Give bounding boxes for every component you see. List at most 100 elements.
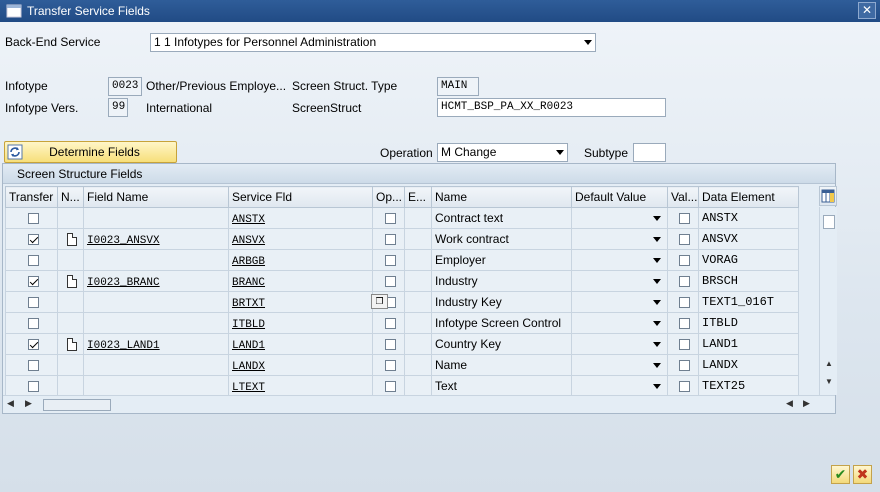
col-transfer[interactable]: Transfer (5, 186, 58, 208)
scroll-left-icon[interactable]: ◀ (7, 398, 14, 409)
val-checkbox[interactable] (679, 297, 690, 309)
default-value-cell[interactable] (571, 375, 668, 397)
horizontal-scrollbar[interactable]: ◀ ▶ ◀ ▶ (3, 395, 835, 413)
table-row[interactable]: ITBLD Infotype Screen Control ITBLD (5, 312, 799, 334)
service-fld[interactable]: LANDX (232, 361, 265, 373)
default-value-cell[interactable] (571, 270, 668, 292)
field-name-cell[interactable]: I0023_BRANC (83, 270, 229, 292)
scroll-down-icon[interactable]: ▼ (821, 375, 837, 389)
service-fld[interactable]: ANSTX (232, 214, 265, 226)
transfer-checkbox[interactable] (27, 339, 39, 351)
table-row[interactable]: LANDX Name LANDX (5, 354, 799, 376)
col-field-name[interactable]: Field Name (83, 186, 229, 208)
field-name-cell[interactable]: I0023_ANSVX (83, 228, 229, 250)
val-checkbox[interactable] (679, 339, 690, 351)
default-value-cell[interactable] (571, 207, 668, 229)
field-name-cell[interactable] (83, 291, 229, 313)
op-checkbox[interactable] (384, 318, 396, 330)
transfer-checkbox[interactable] (27, 381, 39, 393)
close-icon[interactable]: ✕ (858, 2, 876, 19)
copy-icon[interactable]: ❐ (371, 294, 388, 309)
val-checkbox[interactable] (679, 381, 690, 393)
subtype-field[interactable] (633, 143, 666, 162)
table-row[interactable]: I0023_BRANC BRANC Industry BRSCH (5, 270, 799, 292)
col-default-value[interactable]: Default Value (571, 186, 668, 208)
chevron-down-icon[interactable] (653, 279, 661, 284)
val-checkbox[interactable] (679, 234, 690, 246)
field-name-cell[interactable]: I0023_LAND1 (83, 333, 229, 355)
service-fld[interactable]: BRANC (232, 277, 265, 289)
val-checkbox[interactable] (679, 255, 690, 267)
op-checkbox[interactable] (384, 339, 396, 351)
table-row[interactable]: I0023_LAND1 LAND1 Country Key LAND1 (5, 333, 799, 355)
val-checkbox[interactable] (679, 276, 690, 288)
field-name-cell[interactable] (83, 249, 229, 271)
transfer-checkbox[interactable] (27, 276, 39, 288)
backend-service-select[interactable]: 1 1 Infotypes for Personnel Administrati… (150, 33, 596, 52)
determine-fields-button[interactable]: Determine Fields (4, 141, 177, 163)
column-settings-icon[interactable] (819, 186, 837, 206)
chevron-down-icon[interactable] (653, 300, 661, 305)
scroll-up-icon[interactable]: ▲ (821, 357, 837, 371)
chevron-down-icon[interactable] (653, 384, 661, 389)
vertical-scrollbar[interactable]: ▲ ▼ (819, 207, 837, 395)
scroll-right-icon[interactable]: ▶ (803, 398, 810, 409)
infotype-version-field[interactable]: 99 (108, 98, 128, 117)
chevron-down-icon[interactable] (653, 342, 661, 347)
col-op[interactable]: Op... (372, 186, 405, 208)
op-checkbox[interactable] (384, 234, 396, 246)
cancel-icon[interactable]: ✖ (853, 465, 872, 484)
field-name-cell[interactable] (83, 375, 229, 397)
val-checkbox[interactable] (679, 318, 690, 330)
service-fld[interactable]: LTEXT (232, 382, 265, 394)
screen-struct-field[interactable]: HCMT_BSP_PA_XX_R0023 (437, 98, 666, 117)
infotype-field[interactable]: 0023 (108, 77, 142, 96)
op-checkbox[interactable] (384, 360, 396, 372)
chevron-down-icon[interactable] (653, 321, 661, 326)
default-value-cell[interactable] (571, 228, 668, 250)
service-fld[interactable]: ANSVX (232, 235, 265, 247)
default-value-cell[interactable] (571, 312, 668, 334)
chevron-down-icon[interactable] (653, 258, 661, 263)
transfer-checkbox[interactable] (27, 213, 39, 225)
transfer-checkbox[interactable] (27, 360, 39, 372)
default-value-cell[interactable] (571, 291, 668, 313)
service-fld[interactable]: LAND1 (232, 340, 265, 352)
col-name[interactable]: Name (431, 186, 572, 208)
op-checkbox[interactable] (384, 381, 396, 393)
scroll-right-icon[interactable]: ▶ (25, 398, 32, 409)
chevron-down-icon[interactable] (653, 237, 661, 242)
transfer-checkbox[interactable] (27, 297, 39, 309)
default-value-cell[interactable] (571, 249, 668, 271)
op-checkbox[interactable] (384, 276, 396, 288)
col-val[interactable]: Val... (667, 186, 699, 208)
service-fld[interactable]: ITBLD (232, 319, 265, 331)
col-n[interactable]: N... (57, 186, 84, 208)
scroll-left-icon[interactable]: ◀ (786, 398, 793, 409)
table-row[interactable]: BRTXT Industry Key TEXT1_016T (5, 291, 799, 313)
horizontal-scroll-thumb[interactable] (43, 399, 111, 411)
op-checkbox[interactable] (384, 255, 396, 267)
default-value-cell[interactable] (571, 333, 668, 355)
field-name-cell[interactable] (83, 312, 229, 334)
transfer-checkbox[interactable] (27, 255, 39, 267)
service-fld[interactable]: ARBGB (232, 256, 265, 268)
screen-struct-type-field[interactable]: MAIN (437, 77, 479, 96)
transfer-checkbox[interactable] (27, 234, 39, 246)
col-e[interactable]: E... (404, 186, 432, 208)
service-fld[interactable]: BRTXT (232, 298, 265, 310)
chevron-down-icon[interactable] (653, 216, 661, 221)
col-service-fld[interactable]: Service Fld (228, 186, 373, 208)
transfer-checkbox[interactable] (27, 318, 39, 330)
table-row[interactable]: LTEXT Text TEXT25 (5, 375, 799, 397)
chevron-down-icon[interactable] (653, 363, 661, 368)
table-row[interactable]: ANSTX Contract text ANSTX (5, 207, 799, 229)
val-checkbox[interactable] (679, 213, 690, 225)
field-name-cell[interactable] (83, 354, 229, 376)
checkmark-icon[interactable]: ✔ (831, 465, 850, 484)
field-name-cell[interactable] (83, 207, 229, 229)
table-row[interactable]: I0023_ANSVX ANSVX Work contract ANSVX (5, 228, 799, 250)
table-row[interactable]: ARBGB Employer VORAG (5, 249, 799, 271)
operation-select[interactable]: M Change (437, 143, 568, 162)
default-value-cell[interactable] (571, 354, 668, 376)
